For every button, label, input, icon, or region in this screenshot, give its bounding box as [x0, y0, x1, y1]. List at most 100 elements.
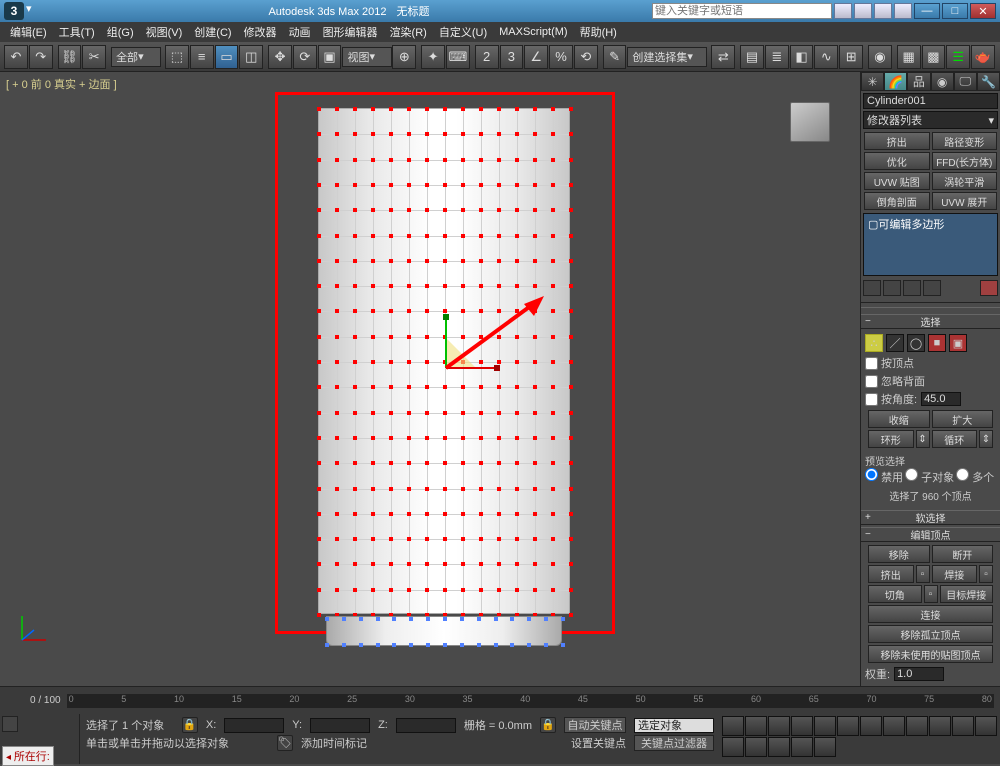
loop-spinner[interactable]: ⇕ [979, 430, 993, 448]
ring-spinner[interactable]: ⇕ [916, 430, 930, 448]
coord-z-input[interactable] [396, 718, 456, 733]
prev-frame-icon[interactable] [745, 716, 767, 736]
menu-customize[interactable]: 自定义(U) [433, 24, 493, 40]
addtimetag[interactable]: 添加时间标记 [301, 735, 367, 751]
btn-remove-iso[interactable]: 移除孤立顶点 [868, 625, 993, 643]
render-icon[interactable]: ☰ [946, 45, 970, 69]
tab-hierarchy-icon[interactable]: 品 [907, 72, 930, 91]
menu-modifiers[interactable]: 修改器 [238, 24, 283, 40]
btn-turbosmooth[interactable]: 涡轮平滑 [932, 172, 998, 190]
mirror-icon[interactable]: ⇄ [711, 45, 735, 69]
tab-modify-icon[interactable]: 🌈 [884, 72, 907, 91]
radio-preview-sub[interactable]: 子对象 [905, 468, 954, 485]
btn-remove[interactable]: 移除 [868, 545, 930, 563]
percent-snap-icon[interactable]: % [549, 45, 573, 69]
btn-grow[interactable]: 扩大 [932, 410, 994, 428]
stack-show-icon[interactable] [883, 280, 901, 296]
menu-grapheditors[interactable]: 图形编辑器 [317, 24, 384, 40]
menu-edit[interactable]: 编辑(E) [4, 24, 53, 40]
maxscript-mini-icon[interactable] [2, 716, 18, 732]
subobj-element-icon[interactable]: ▣ [949, 334, 967, 352]
menu-help[interactable]: 帮助(H) [574, 24, 623, 40]
time-slider[interactable]: 05101520253035404550556065707580 [67, 694, 994, 708]
edit-named-sel-icon[interactable]: ✎ [603, 45, 627, 69]
rendered-frame-icon[interactable]: ▩ [922, 45, 946, 69]
favorite-icon[interactable] [874, 3, 892, 19]
render-setup-icon[interactable]: ▦ [897, 45, 921, 69]
layers-icon[interactable]: ≣ [765, 45, 789, 69]
rollout-editvertex[interactable]: 编辑顶点 [861, 527, 1000, 542]
setkey-button[interactable]: 设置关键点 [571, 735, 626, 751]
help-icon[interactable] [894, 3, 912, 19]
weight-spinner[interactable]: 1.0 [894, 667, 944, 681]
btn-pathdeform[interactable]: 路径变形 [932, 132, 998, 150]
tab-display-icon[interactable]: 🖵 [954, 72, 977, 91]
btn-vextrude[interactable]: 挤出 [868, 565, 914, 583]
snap-2d-icon[interactable]: 2 [475, 45, 499, 69]
menu-tools[interactable]: 工具(T) [53, 24, 101, 40]
btn-chamfer-settings[interactable]: ▫ [924, 585, 938, 603]
btn-vextrude-settings[interactable]: ▫ [916, 565, 930, 583]
pivot-icon[interactable]: ⊕ [392, 45, 416, 69]
pan-view-icon[interactable] [768, 737, 790, 757]
minimize-button[interactable]: — [914, 3, 940, 19]
btn-weld[interactable]: 焊接 [932, 565, 978, 583]
trackbar[interactable]: 0 / 100 05101520253035404550556065707580 [0, 686, 1000, 714]
subobj-edge-icon[interactable]: ／ [886, 334, 904, 352]
zoom-extents-all-icon[interactable] [722, 737, 744, 757]
goto-start-icon[interactable] [722, 716, 744, 736]
autokey-button[interactable]: 自动关键点 [564, 717, 626, 733]
teapot-render-icon[interactable]: 🫖 [971, 45, 995, 69]
lock-icon[interactable]: 🔒 [540, 717, 556, 733]
subobj-vertex-icon[interactable]: ∴ [865, 334, 883, 352]
btn-chamfer[interactable]: 切角 [868, 585, 922, 603]
goto-end-icon[interactable] [814, 716, 836, 736]
rollout-softselection[interactable]: 软选择 [861, 510, 1000, 525]
subobj-polygon-icon[interactable]: ■ [928, 334, 946, 352]
btn-uvwunwrap[interactable]: UVW 展开 [932, 192, 998, 210]
viewport-label[interactable]: [ + 0 前 0 真实 + 边面 ] [6, 76, 117, 92]
btn-weld-settings[interactable]: ▫ [979, 565, 993, 583]
select-region-icon[interactable]: ▭ [215, 45, 239, 69]
menu-create[interactable]: 创建(C) [188, 24, 237, 40]
modifier-list-dropdown[interactable]: 修改器列表▾ [863, 111, 998, 129]
play-icon[interactable] [768, 716, 790, 736]
radio-preview-multi[interactable]: 多个 [956, 468, 994, 485]
max-toggle-icon[interactable] [814, 737, 836, 757]
refcoord-dropdown[interactable]: 视图 ▾ [342, 47, 392, 67]
key-target-dropdown[interactable]: 选定对象 [634, 718, 714, 733]
help-search-input[interactable] [652, 3, 832, 19]
manipulate-icon[interactable]: ✦ [421, 45, 445, 69]
keyboard-shortcut-icon[interactable]: ⌨ [446, 45, 470, 69]
angle-snap-icon[interactable]: ∠ [524, 45, 548, 69]
stack-item-editable-poly[interactable]: ▢ 可编辑多边形 [864, 214, 997, 234]
coord-x-input[interactable] [224, 718, 284, 733]
app-logo-icon[interactable]: 3 [4, 2, 24, 20]
align-icon[interactable]: ▤ [740, 45, 764, 69]
walk-icon[interactable] [791, 737, 813, 757]
radio-preview-off[interactable]: 禁用 [865, 468, 903, 485]
qat-dropdown-icon[interactable]: ▾ [26, 2, 46, 20]
rollout-selection[interactable]: 选择 [861, 314, 1000, 329]
viewport[interactable]: [ + 0 前 0 真实 + 边面 ] [0, 72, 860, 686]
schematic-icon[interactable]: ⊞ [839, 45, 863, 69]
zoom-extents-icon[interactable] [975, 716, 997, 736]
move-icon[interactable]: ✥ [268, 45, 292, 69]
btn-connect[interactable]: 连接 [868, 605, 993, 623]
angle-spinner[interactable]: 45.0 [921, 392, 961, 406]
menu-rendering[interactable]: 渲染(R) [384, 24, 433, 40]
tab-utilities-icon[interactable]: 🔧 [977, 72, 1000, 91]
link-icon[interactable]: ⛓ [58, 45, 82, 69]
stack-unique-icon[interactable] [903, 280, 921, 296]
stack-configure-icon[interactable] [980, 280, 998, 296]
btn-break[interactable]: 断开 [932, 545, 994, 563]
subobj-border-icon[interactable]: ◯ [907, 334, 925, 352]
named-selset-dropdown[interactable]: 创建选择集 ▾ [627, 47, 707, 67]
btn-extrude[interactable]: 挤出 [864, 132, 930, 150]
window-crossing-icon[interactable]: ◫ [239, 45, 263, 69]
tab-motion-icon[interactable]: ◉ [931, 72, 954, 91]
redo-icon[interactable]: ↷ [29, 45, 53, 69]
curve-editor-icon[interactable]: ∿ [814, 45, 838, 69]
graphite-icon[interactable]: ◧ [790, 45, 814, 69]
modifier-stack[interactable]: ▢ 可编辑多边形 [863, 213, 998, 276]
